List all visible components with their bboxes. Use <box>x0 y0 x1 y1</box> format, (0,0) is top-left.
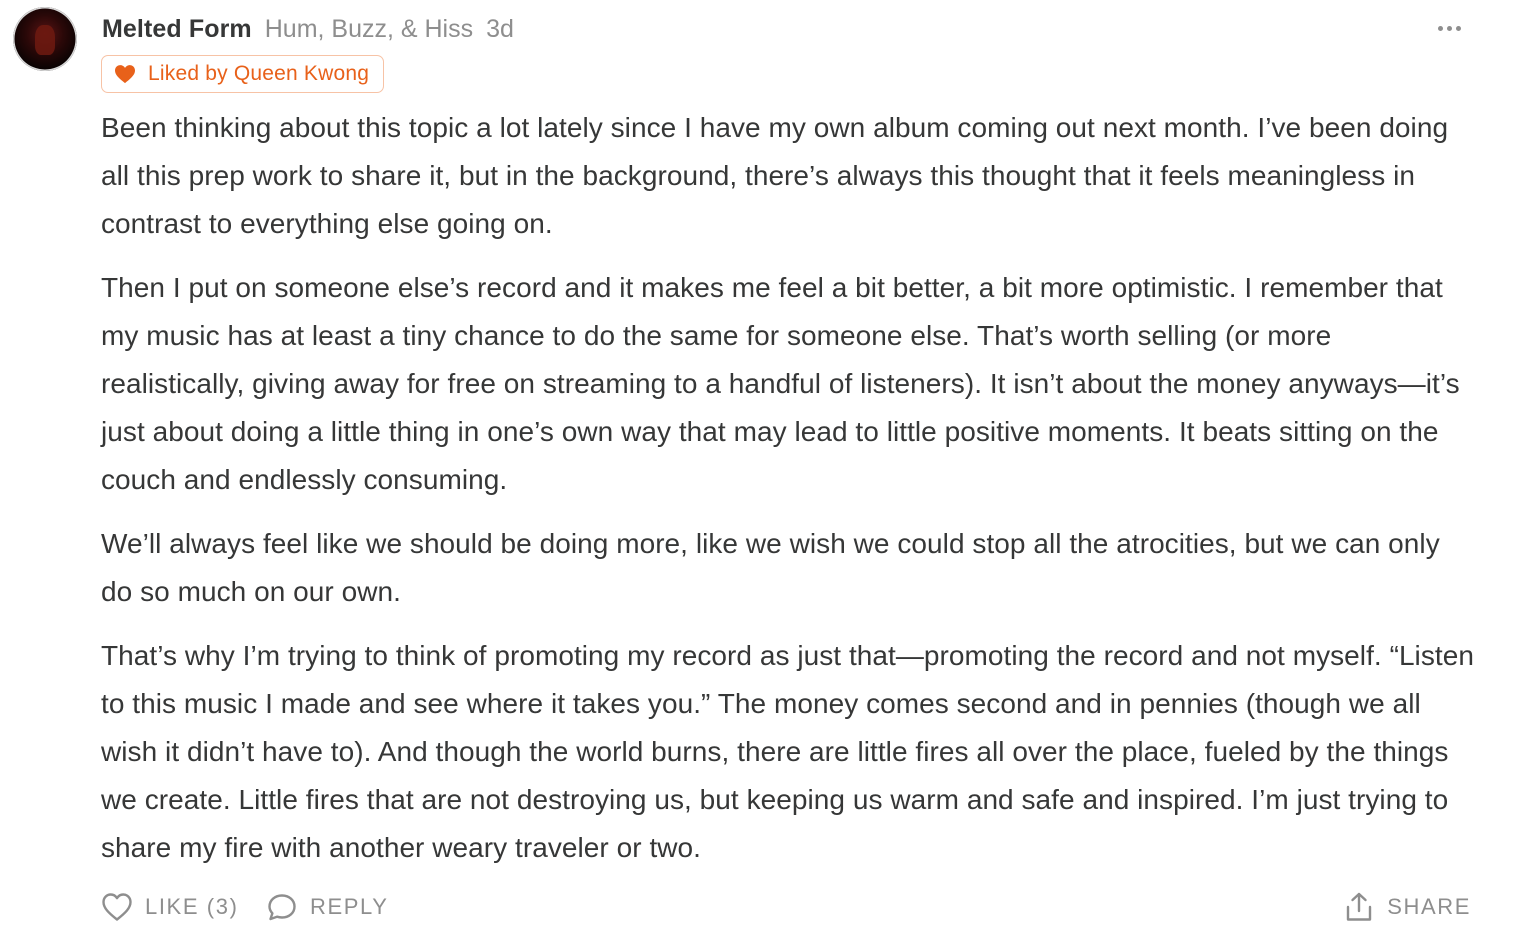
more-options-icon-dot <box>1455 25 1461 31</box>
liked-by-badge: Liked by Queen Kwong <box>101 55 385 93</box>
share-button[interactable]: SHARE <box>1343 888 1471 926</box>
heart-outline-icon <box>102 893 132 921</box>
comment-header: Melted Form Hum, Buzz, & Hiss 3d <box>102 12 514 46</box>
more-options-button[interactable] <box>1430 14 1468 42</box>
reply-label: REPLY <box>310 894 389 919</box>
author-publication[interactable]: Hum, Buzz, & Hiss <box>265 15 473 44</box>
comment-timestamp[interactable]: 3d <box>486 15 514 44</box>
more-options-icon <box>1437 25 1443 31</box>
share-upload-icon <box>1347 892 1372 921</box>
liked-by-text: Liked by Queen Kwong <box>148 62 370 85</box>
comment-paragraph: Then I put on someone else’s record and … <box>101 272 1460 495</box>
heart-filled-icon <box>115 65 135 84</box>
reply-button[interactable]: REPLY <box>266 888 389 926</box>
author-name[interactable]: Melted Form <box>102 15 252 44</box>
avatar[interactable] <box>13 7 77 71</box>
comment-actions: LIKE (3) REPLY SHARE <box>101 888 1471 926</box>
comment-body: Been thinking about this topic a lot lat… <box>101 104 1476 888</box>
comment: Melted Form Hum, Buzz, & Hiss 3d Liked b… <box>0 0 1538 944</box>
comment-paragraph: We’ll always feel like we should be doin… <box>101 528 1440 607</box>
comment-paragraph: That’s why I’m trying to think of promot… <box>101 640 1474 863</box>
like-button[interactable]: LIKE (3) <box>101 888 239 926</box>
more-options-icon-dot <box>1446 25 1452 31</box>
comment-paragraph: Been thinking about this topic a lot lat… <box>101 112 1449 239</box>
speech-bubble-icon <box>268 894 296 921</box>
like-label: LIKE (3) <box>145 894 239 919</box>
share-label: SHARE <box>1387 894 1471 919</box>
avatar-image <box>35 25 55 55</box>
